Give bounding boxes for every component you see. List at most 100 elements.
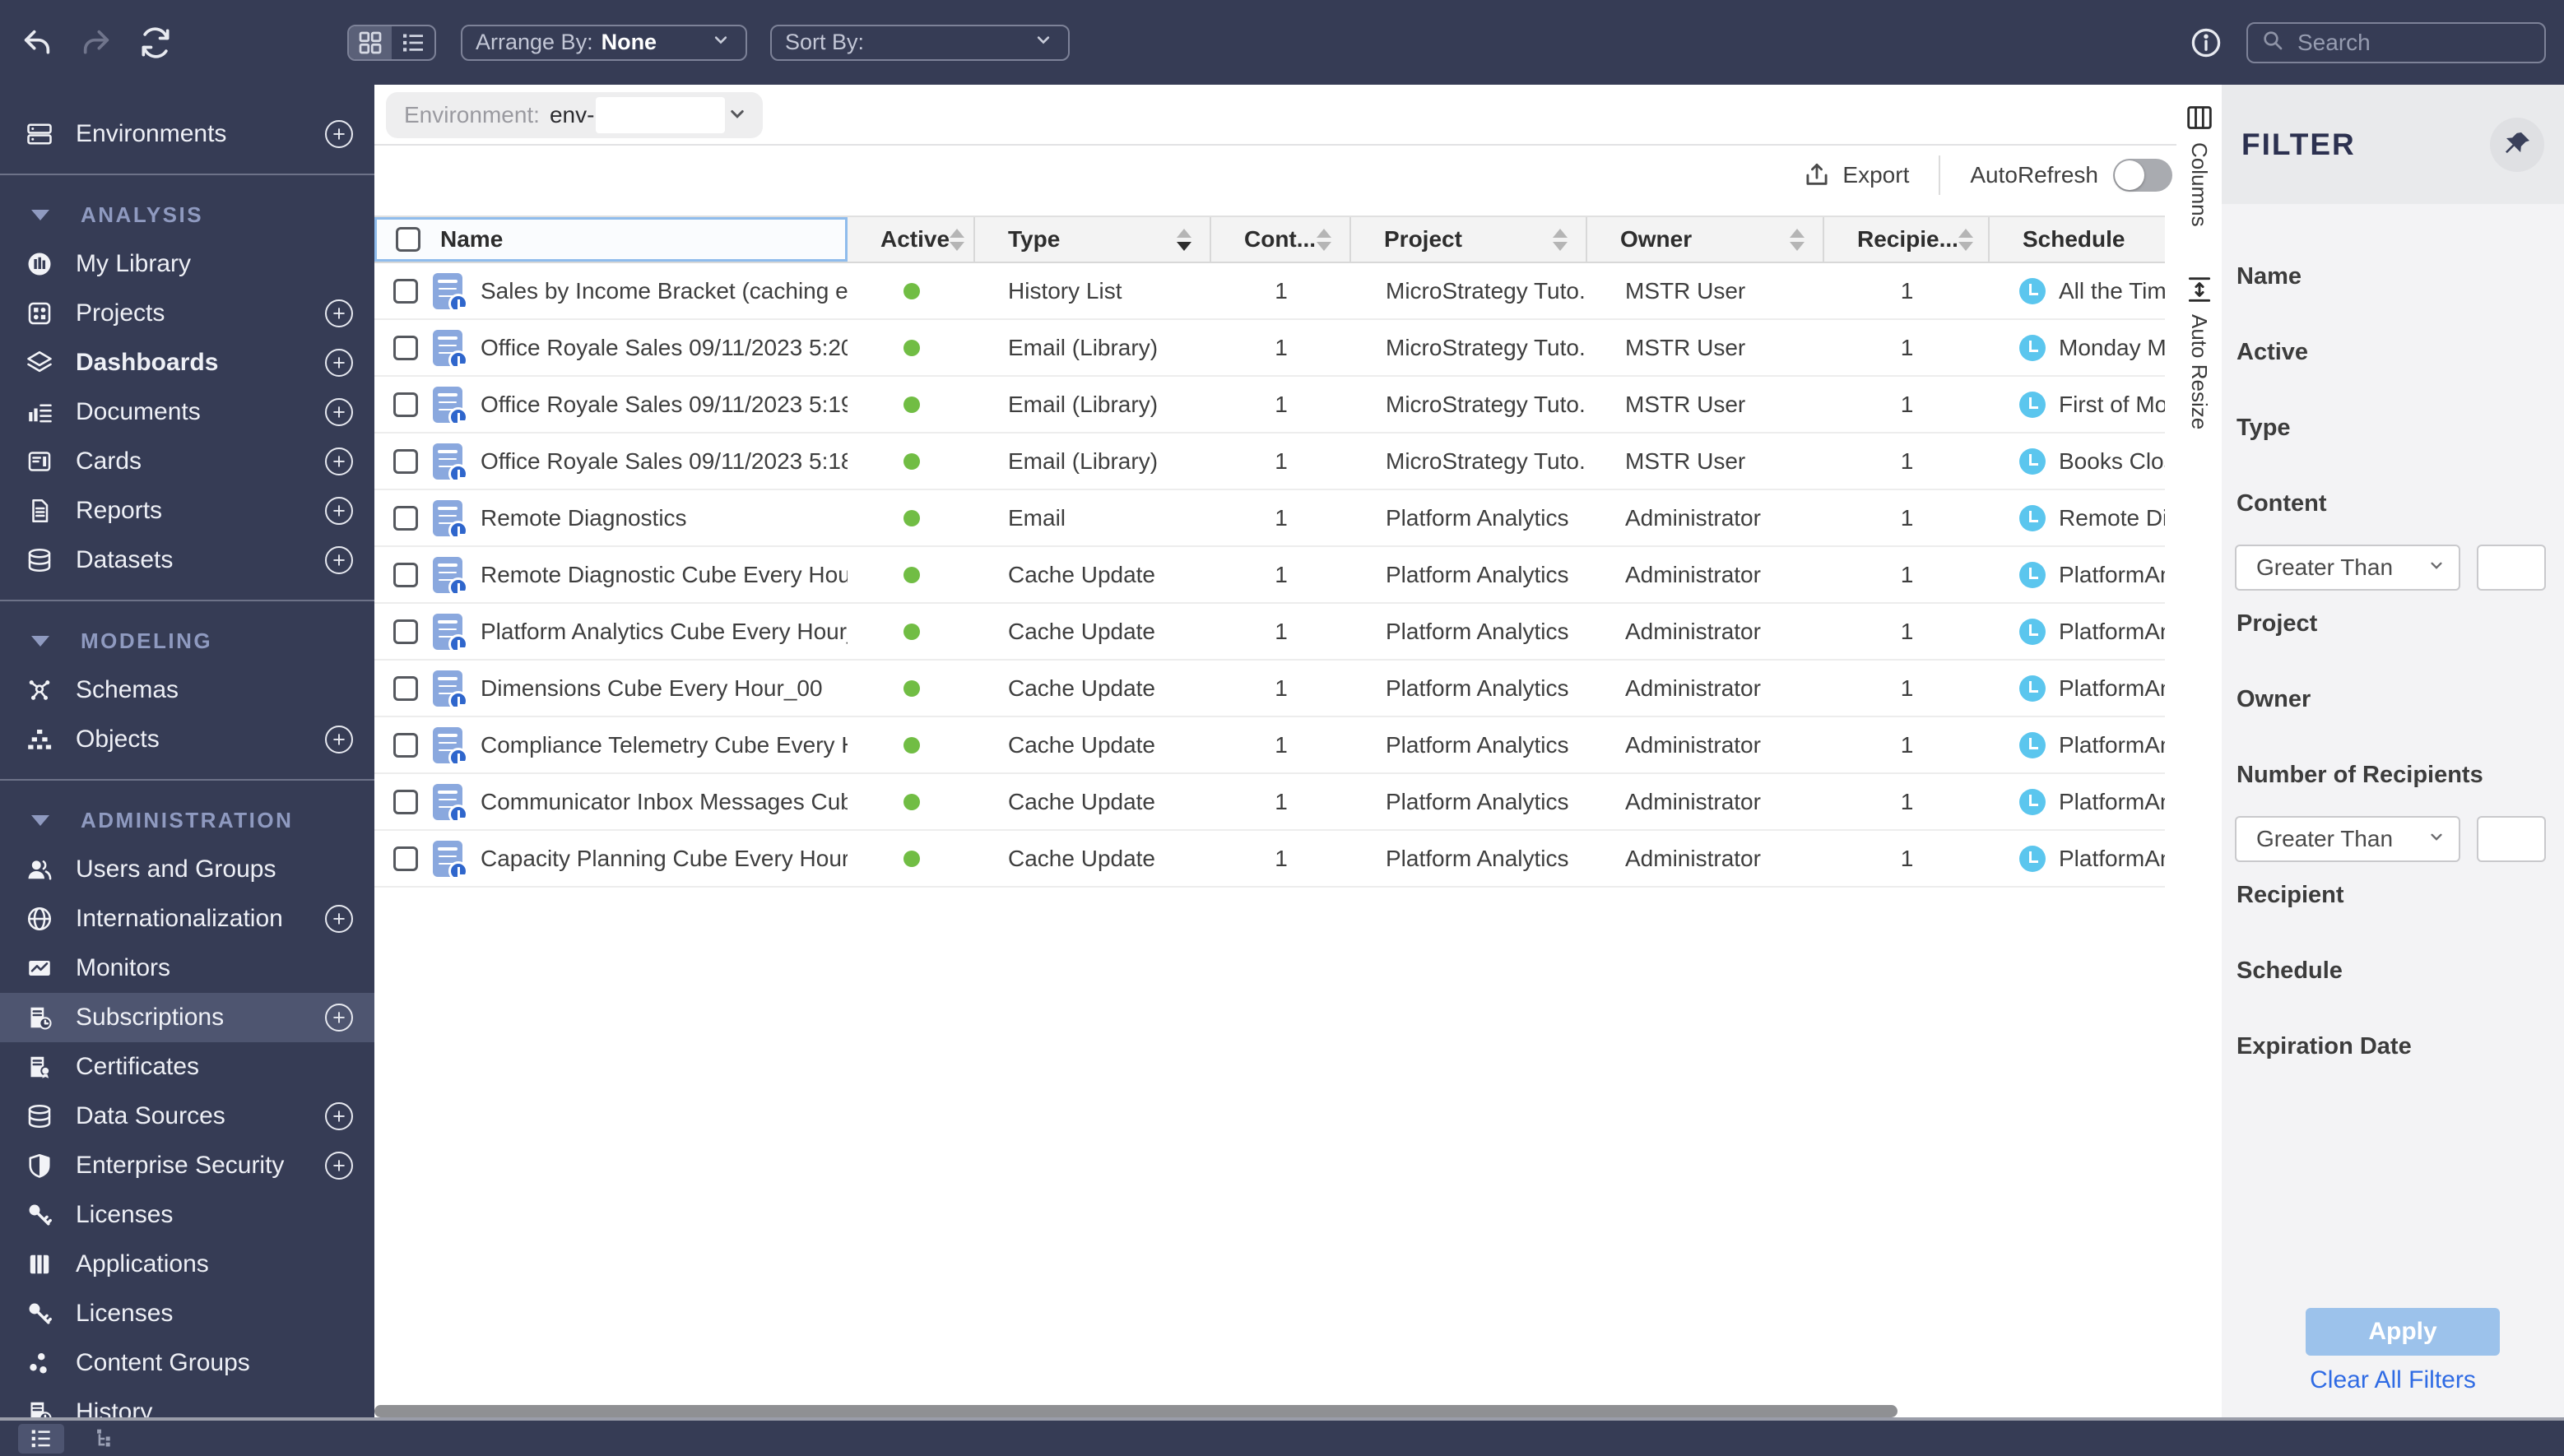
row-checkbox[interactable] bbox=[393, 506, 418, 531]
table-row[interactable]: Remote Diagnostic Cube Every Hour_20 Cac… bbox=[374, 547, 2165, 604]
table-row[interactable]: Remote Diagnostics Email 1 Platform Anal… bbox=[374, 490, 2165, 547]
key-icon bbox=[25, 1200, 54, 1230]
row-checkbox[interactable] bbox=[393, 563, 418, 587]
row-checkbox[interactable] bbox=[393, 449, 418, 474]
environment-select[interactable]: Environment: env- bbox=[386, 92, 763, 138]
sidebar-item-licenses[interactable]: Licenses bbox=[0, 1190, 374, 1240]
sidebar-item-applications[interactable]: Applications bbox=[0, 1240, 374, 1289]
add-icon[interactable]: + bbox=[325, 905, 353, 933]
table-row[interactable]: Compliance Telemetry Cube Every Ho... Ca… bbox=[374, 717, 2165, 774]
autorefresh-toggle[interactable] bbox=[2113, 159, 2172, 192]
sidebar-item-certificates[interactable]: Certificates bbox=[0, 1042, 374, 1092]
sidebar-item-content-groups[interactable]: Content Groups bbox=[0, 1338, 374, 1388]
apply-button[interactable]: Apply bbox=[2306, 1308, 2500, 1356]
add-icon[interactable]: + bbox=[325, 497, 353, 525]
row-checkbox[interactable] bbox=[393, 790, 418, 814]
row-checkbox[interactable] bbox=[393, 846, 418, 871]
sidebar-item-enterprise-security[interactable]: Enterprise Security+ bbox=[0, 1141, 374, 1190]
sort-by-select[interactable]: Sort By: bbox=[770, 25, 1070, 61]
sidebar-item-data-sources[interactable]: Data Sources+ bbox=[0, 1092, 374, 1141]
sidebar-item-users-and-groups[interactable]: Users and Groups bbox=[0, 845, 374, 894]
columns-button[interactable]: Columns bbox=[2176, 101, 2222, 227]
grid-view-button[interactable] bbox=[349, 26, 392, 59]
sidebar-item-cards[interactable]: Cards+ bbox=[0, 437, 374, 486]
header-active[interactable]: Active bbox=[848, 217, 975, 262]
sidebar-item-subscriptions[interactable]: Subscriptions+ bbox=[0, 993, 374, 1042]
sidebar-section-modeling[interactable]: MODELING bbox=[0, 616, 374, 665]
table-row[interactable]: Capacity Planning Cube Every Hour_25 Cac… bbox=[374, 831, 2165, 888]
sidebar-item-internationalization[interactable]: Internationalization+ bbox=[0, 894, 374, 944]
info-icon[interactable] bbox=[2187, 24, 2225, 62]
list-mode-button[interactable] bbox=[18, 1424, 64, 1454]
row-type: Cache Update bbox=[975, 675, 1211, 702]
add-icon[interactable]: + bbox=[325, 120, 353, 148]
sidebar-item-dashboards[interactable]: Dashboards+ bbox=[0, 338, 374, 387]
table-row[interactable]: Office Royale Sales 09/11/2023 5:20 PM E… bbox=[374, 320, 2165, 377]
row-checkbox[interactable] bbox=[393, 676, 418, 701]
add-icon[interactable]: + bbox=[325, 299, 353, 327]
table-row[interactable]: Communicator Inbox Messages Cube ... Cac… bbox=[374, 774, 2165, 831]
operator-select[interactable]: Greater Than bbox=[2235, 816, 2460, 862]
operator-select[interactable]: Greater Than bbox=[2235, 545, 2460, 591]
sidebar-item-documents[interactable]: Documents+ bbox=[0, 387, 374, 437]
arrange-by-select[interactable]: Arrange By: None bbox=[461, 25, 747, 61]
header-project[interactable]: Project bbox=[1351, 217, 1587, 262]
horizontal-scrollbar-thumb[interactable] bbox=[374, 1405, 1897, 1417]
sidebar-section-analysis[interactable]: ANALYSIS bbox=[0, 190, 374, 239]
table-row[interactable]: Office Royale Sales 09/11/2023 5:19 PM E… bbox=[374, 377, 2165, 434]
sidebar-divider bbox=[0, 174, 374, 175]
row-checkbox[interactable] bbox=[393, 336, 418, 360]
row-checkbox[interactable] bbox=[393, 279, 418, 304]
active-status-dot bbox=[903, 283, 920, 299]
forward-icon[interactable] bbox=[77, 24, 115, 62]
row-checkbox[interactable] bbox=[393, 392, 418, 417]
row-owner: MSTR User bbox=[1587, 335, 1824, 361]
add-icon[interactable]: + bbox=[325, 1152, 353, 1180]
sidebar-item-monitors[interactable]: Monitors bbox=[0, 944, 374, 993]
tree-mode-button[interactable] bbox=[82, 1424, 128, 1454]
sidebar-item-environments[interactable]: Environments+ bbox=[0, 109, 374, 159]
sidebar-item-history[interactable]: History bbox=[0, 1388, 374, 1417]
auto-resize-button[interactable]: Auto Resize bbox=[2176, 273, 2222, 429]
table-row[interactable]: Platform Analytics Cube Every Hour_30 Ca… bbox=[374, 604, 2165, 661]
header-recipients[interactable]: Recipie... bbox=[1824, 217, 1990, 262]
table-row[interactable]: Office Royale Sales 09/11/2023 5:18 PM E… bbox=[374, 434, 2165, 490]
add-icon[interactable]: + bbox=[325, 1102, 353, 1130]
add-icon[interactable]: + bbox=[325, 546, 353, 574]
sidebar-item-schemas[interactable]: Schemas bbox=[0, 665, 374, 715]
header-owner[interactable]: Owner bbox=[1587, 217, 1824, 262]
filter-value-input[interactable] bbox=[2477, 545, 2546, 591]
add-icon[interactable]: + bbox=[325, 447, 353, 475]
sort-icons bbox=[1177, 229, 1198, 251]
refresh-icon[interactable] bbox=[137, 24, 174, 62]
export-button[interactable]: Export bbox=[1801, 160, 1909, 191]
add-icon[interactable]: + bbox=[325, 1004, 353, 1032]
row-checkbox[interactable] bbox=[393, 619, 418, 644]
add-icon[interactable]: + bbox=[325, 398, 353, 426]
sidebar-item-objects[interactable]: Objects+ bbox=[0, 715, 374, 764]
list-view-button[interactable] bbox=[392, 26, 434, 59]
add-icon[interactable]: + bbox=[325, 349, 353, 377]
sidebar-item-licenses[interactable]: Licenses bbox=[0, 1289, 374, 1338]
subscription-icon bbox=[433, 670, 462, 707]
add-icon[interactable]: + bbox=[325, 726, 353, 754]
back-icon[interactable] bbox=[18, 24, 56, 62]
table-row[interactable]: Dimensions Cube Every Hour_00 Cache Upda… bbox=[374, 661, 2165, 717]
filter-value-input[interactable] bbox=[2477, 816, 2546, 862]
row-checkbox[interactable] bbox=[393, 733, 418, 758]
pin-button[interactable] bbox=[2490, 118, 2544, 172]
clear-all-filters-link[interactable]: Clear All Filters bbox=[2222, 1366, 2564, 1394]
sidebar-item-reports[interactable]: Reports+ bbox=[0, 486, 374, 536]
sidebar-item-my-library[interactable]: My Library bbox=[0, 239, 374, 289]
select-all-checkbox[interactable] bbox=[396, 227, 420, 252]
header-content[interactable]: Cont... bbox=[1211, 217, 1351, 262]
search-input[interactable] bbox=[2296, 29, 2526, 57]
header-type[interactable]: Type bbox=[975, 217, 1211, 262]
sidebar-section-administration[interactable]: ADMINISTRATION bbox=[0, 795, 374, 845]
header-schedule[interactable]: Schedule bbox=[1990, 217, 2165, 262]
header-name[interactable]: Name bbox=[374, 217, 848, 262]
sidebar-item-projects[interactable]: Projects+ bbox=[0, 289, 374, 338]
table-row[interactable]: Sales by Income Bracket (caching ena... … bbox=[374, 263, 2165, 320]
sidebar-item-datasets[interactable]: Datasets+ bbox=[0, 536, 374, 585]
schedule-clock-icon bbox=[2019, 448, 2046, 475]
